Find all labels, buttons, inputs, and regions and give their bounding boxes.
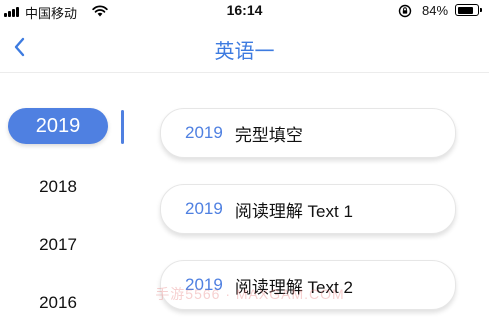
year-item-2018[interactable]: 2018 — [8, 169, 108, 205]
rotation-lock-icon — [398, 4, 412, 18]
battery-icon — [455, 4, 479, 16]
card-title: 阅读理解 Text 1 — [234, 201, 353, 221]
status-time: 16:14 — [226, 2, 263, 18]
card-year: 2019 — [185, 199, 223, 218]
selected-year-indicator — [121, 110, 124, 144]
battery-percent: 84% — [422, 3, 449, 18]
page-title: 英语一 — [214, 41, 275, 63]
card-cloze[interactable]: 2019 完型填空 — [160, 108, 456, 158]
year-item-2017[interactable]: 2017 — [8, 227, 108, 263]
year-item-2016[interactable]: 2016 — [8, 285, 108, 321]
card-title: 完型填空 — [234, 125, 303, 145]
battery-tip — [480, 8, 482, 12]
card-year: 2019 — [185, 123, 223, 142]
nav-bar: 英语一 — [0, 24, 489, 73]
status-bar: 中国移动 16:14 84% — [0, 0, 489, 24]
card-reading-text-1[interactable]: 2019 阅读理解 Text 1 — [160, 184, 456, 234]
year-item-2019[interactable]: 2019 — [8, 108, 108, 144]
watermark: 手游5566 · MAXGAM.COM — [155, 286, 345, 302]
